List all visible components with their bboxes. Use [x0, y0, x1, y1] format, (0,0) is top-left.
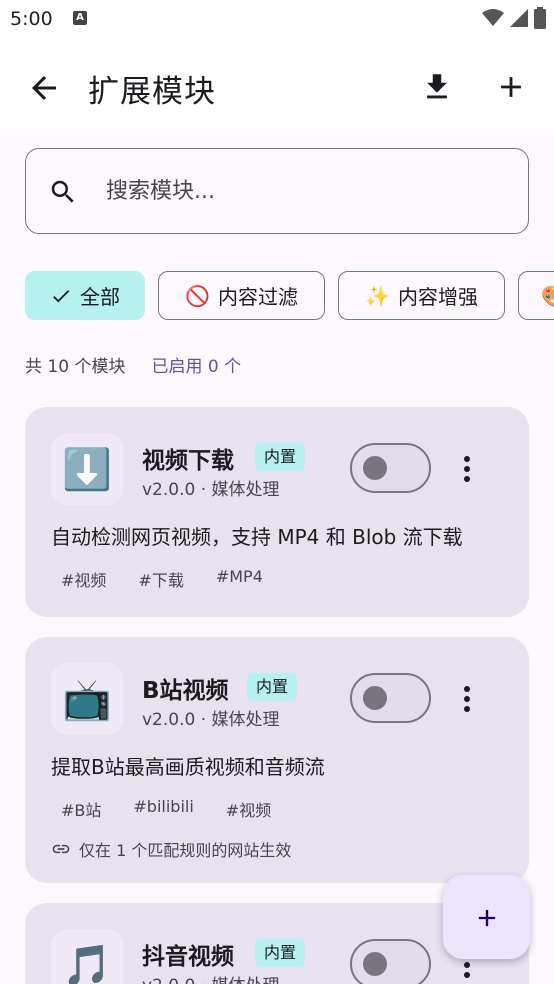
- television-icon: 📺: [62, 676, 112, 723]
- toggle-knob: [363, 686, 387, 710]
- plus-icon: [501, 77, 521, 97]
- module-card-bilibili-video[interactable]: 📺 B站视频 内置 v2.0.0 · 媒体处理 提取B站最高画质视频和音频流 #…: [25, 637, 529, 883]
- more-vert-icon: [464, 456, 470, 482]
- module-toggle[interactable]: [350, 939, 431, 984]
- builtin-badge: 内置: [255, 443, 306, 471]
- plus-icon: [478, 909, 496, 927]
- status-indicators: [482, 7, 546, 29]
- module-tags: #视频 #下载 #MP4: [51, 567, 273, 591]
- toggle-knob: [363, 456, 387, 480]
- page-title: 扩展模块: [88, 74, 216, 110]
- status-bar: 5:00 A: [0, 0, 554, 40]
- module-description: 提取B站最高画质视频和音频流: [51, 755, 325, 779]
- wifi-icon: [482, 9, 504, 26]
- add-module-button[interactable]: [494, 70, 528, 104]
- toggle-knob: [363, 952, 387, 976]
- arrow-back-icon: [32, 76, 56, 100]
- link-icon: [52, 844, 70, 854]
- chip-label: 全部: [80, 285, 120, 309]
- builtin-badge: 内置: [255, 939, 306, 967]
- module-count-summary: 共 10 个模块 已启用 0 个: [25, 352, 241, 377]
- module-name: 抖音视频: [142, 944, 234, 970]
- add-module-fab[interactable]: [443, 875, 530, 959]
- chip-label: 内容增强: [397, 285, 478, 309]
- enabled-count: 已启用 0 个: [151, 357, 242, 377]
- download-arrow-icon: ⬇️: [62, 446, 112, 493]
- notification-a-icon: A: [73, 11, 87, 25]
- more-options-button[interactable]: [455, 453, 479, 485]
- search-input[interactable]: [106, 173, 486, 209]
- tag: #bilibili: [133, 797, 194, 816]
- module-tags: #B站 #bilibili #视频: [51, 797, 281, 821]
- tag: #视频: [61, 571, 107, 590]
- rule-note-text: 仅在 1 个匹配规则的网站生效: [79, 841, 292, 860]
- check-icon: [53, 289, 70, 302]
- module-icon: ⬇️: [51, 433, 123, 505]
- sparkles-icon: ✨: [365, 283, 390, 308]
- module-toggle[interactable]: [350, 673, 431, 723]
- tag: #下载: [138, 571, 184, 590]
- app-bar: 扩展模块: [0, 40, 554, 136]
- more-vert-icon: [464, 686, 470, 712]
- chip-label: 内容过滤: [217, 285, 298, 309]
- import-download-button[interactable]: [420, 70, 454, 104]
- module-description: 自动检测网页视频，支持 MP4 和 Blob 流下载: [51, 525, 463, 549]
- module-meta: v2.0.0 · 媒体处理: [142, 710, 280, 730]
- module-card-video-download[interactable]: ⬇️ 视频下载 内置 v2.0.0 · 媒体处理 自动检测网页视频，支持 MP4…: [25, 407, 529, 617]
- module-meta: v2.0.0 · 媒体处理: [142, 480, 280, 500]
- music-note-icon: 🎵: [62, 942, 112, 984]
- battery-icon: [534, 7, 546, 29]
- more-options-button[interactable]: [455, 683, 479, 715]
- module-icon: 🎵: [51, 929, 123, 984]
- module-toggle[interactable]: [350, 443, 431, 493]
- download-icon: [427, 74, 447, 99]
- search-icon: [51, 180, 74, 203]
- chip-content-filter[interactable]: 🚫 内容过滤: [158, 271, 325, 320]
- tag: #B站: [61, 801, 102, 820]
- cell-signal-icon: [510, 9, 528, 27]
- search-box[interactable]: [25, 148, 529, 234]
- builtin-badge: 内置: [247, 673, 298, 701]
- palette-icon: 🎨: [541, 283, 554, 308]
- back-button[interactable]: [26, 70, 62, 106]
- category-filter-chips: 全部 🚫 内容过滤 ✨ 内容增强 🎨: [25, 271, 554, 321]
- tag: #视频: [225, 801, 272, 820]
- total-count: 共 10 个模块: [25, 357, 126, 377]
- chip-content-enhance[interactable]: ✨ 内容增强: [338, 271, 505, 320]
- rule-note: 仅在 1 个匹配规则的网站生效: [51, 837, 291, 861]
- chip-appearance[interactable]: 🎨: [518, 271, 554, 320]
- tag: #MP4: [215, 567, 263, 586]
- chip-all[interactable]: 全部: [25, 271, 145, 320]
- prohibited-icon: 🚫: [185, 283, 210, 308]
- module-name: 视频下载: [142, 448, 234, 474]
- module-name: B站视频: [142, 678, 229, 704]
- module-icon: 📺: [51, 663, 123, 735]
- module-meta: v2.0.0 · 媒体处理: [142, 971, 280, 984]
- status-time: 5:00: [10, 8, 53, 30]
